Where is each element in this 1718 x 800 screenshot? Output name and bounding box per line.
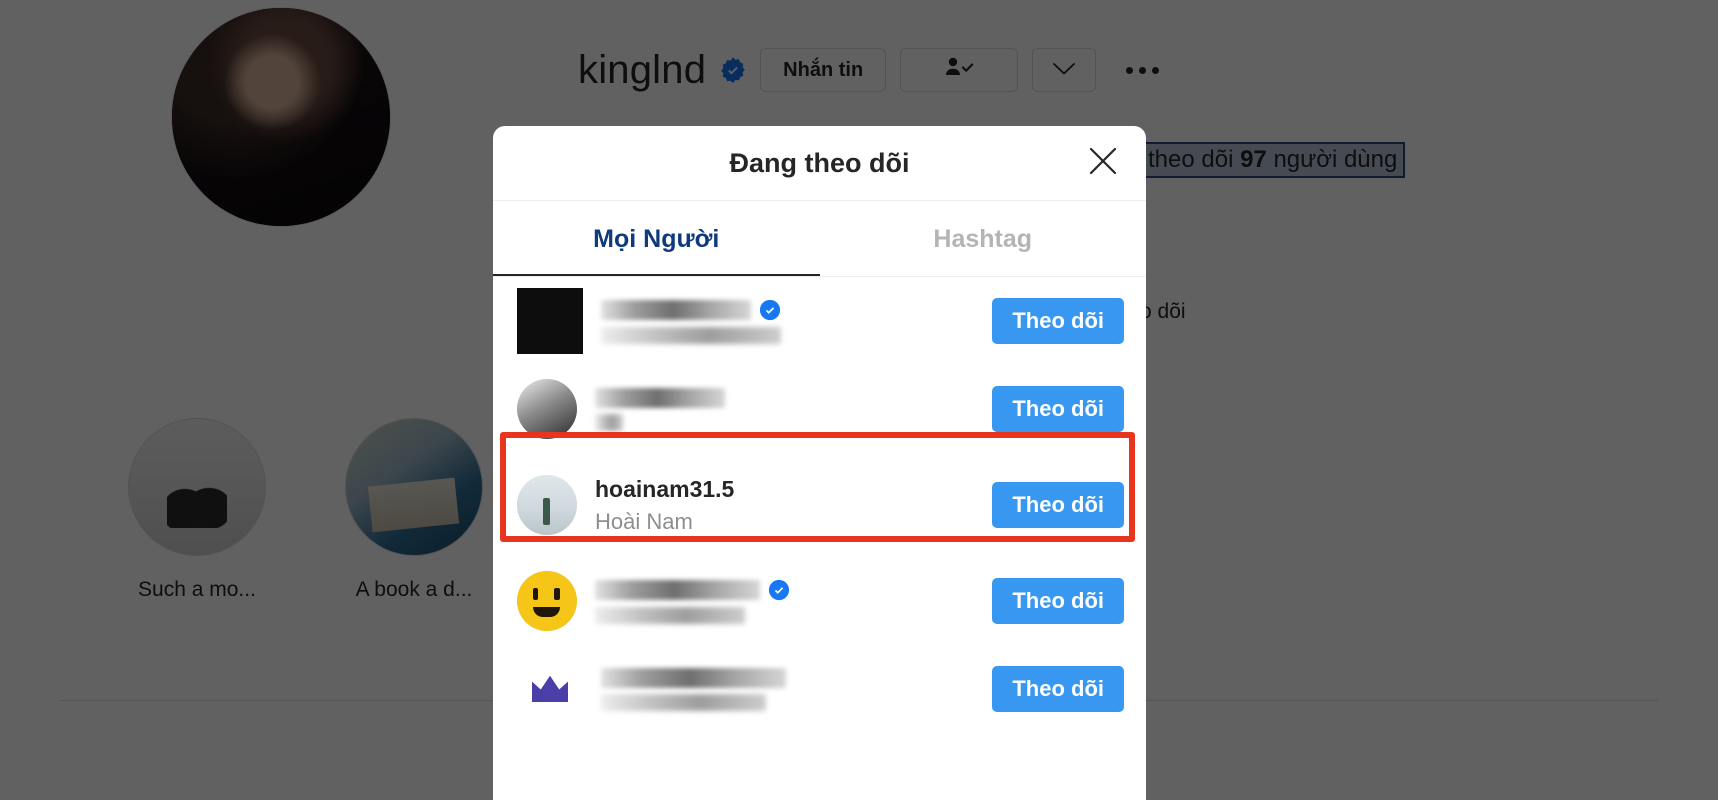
verified-badge-icon	[768, 579, 790, 601]
modal-tabs: Mọi Người Hashtag	[493, 201, 1146, 277]
follow-button[interactable]: Theo dõi	[992, 666, 1124, 712]
user-info	[595, 387, 974, 431]
modal-title: Đang theo dõi	[729, 147, 910, 178]
tab-people[interactable]: Mọi Người	[493, 201, 820, 277]
table-row[interactable]: Theo dõi	[493, 557, 1146, 645]
modal-header: Đang theo dõi	[493, 126, 1146, 200]
follow-button[interactable]: Theo dõi	[992, 298, 1124, 344]
avatar[interactable]	[517, 288, 583, 354]
user-info	[601, 299, 974, 344]
censored-username	[595, 579, 760, 600]
tab-hashtag[interactable]: Hashtag	[820, 201, 1147, 277]
avatar[interactable]	[517, 379, 577, 439]
following-modal: Đang theo dõi Mọi Người Hashtag Theo dõi…	[493, 126, 1146, 800]
censored-username	[601, 299, 751, 320]
follow-button[interactable]: Theo dõi	[992, 578, 1124, 624]
following-user-list[interactable]: Theo dõi Theo dõi hoainam31.5 Hoài Nam T…	[493, 277, 1146, 800]
table-row[interactable]: Theo dõi	[493, 645, 1146, 733]
user-info	[601, 667, 974, 711]
follow-button[interactable]: Theo dõi	[992, 482, 1124, 528]
avatar[interactable]	[517, 571, 577, 631]
censored-username	[601, 667, 786, 688]
avatar[interactable]	[517, 475, 577, 535]
avatar[interactable]	[517, 656, 583, 722]
user-info	[595, 579, 974, 624]
censored-fullname	[595, 606, 745, 624]
fullname-label: Hoài Nam	[595, 508, 693, 534]
username-label: hoainam31.5	[595, 475, 735, 502]
avatar-image	[517, 288, 583, 354]
censored-fullname	[595, 413, 623, 431]
avatar-image	[517, 656, 583, 722]
table-row[interactable]: Theo dõi	[493, 277, 1146, 365]
censored-fullname	[601, 326, 781, 344]
user-name-line	[595, 579, 974, 601]
user-name-line	[601, 299, 974, 321]
table-row[interactable]: hoainam31.5 Hoài Nam Theo dõi	[493, 453, 1146, 557]
censored-fullname	[601, 693, 766, 711]
close-button[interactable]	[1082, 142, 1124, 184]
table-row[interactable]: Theo dõi	[493, 365, 1146, 453]
censored-username	[595, 387, 725, 408]
user-info: hoainam31.5 Hoài Nam	[595, 476, 974, 535]
verified-badge-icon	[759, 299, 781, 321]
instagram-profile-page: kinglnd Nhắn tin	[0, 0, 1718, 800]
follow-button[interactable]: Theo dõi	[992, 386, 1124, 432]
close-icon	[1086, 144, 1120, 183]
